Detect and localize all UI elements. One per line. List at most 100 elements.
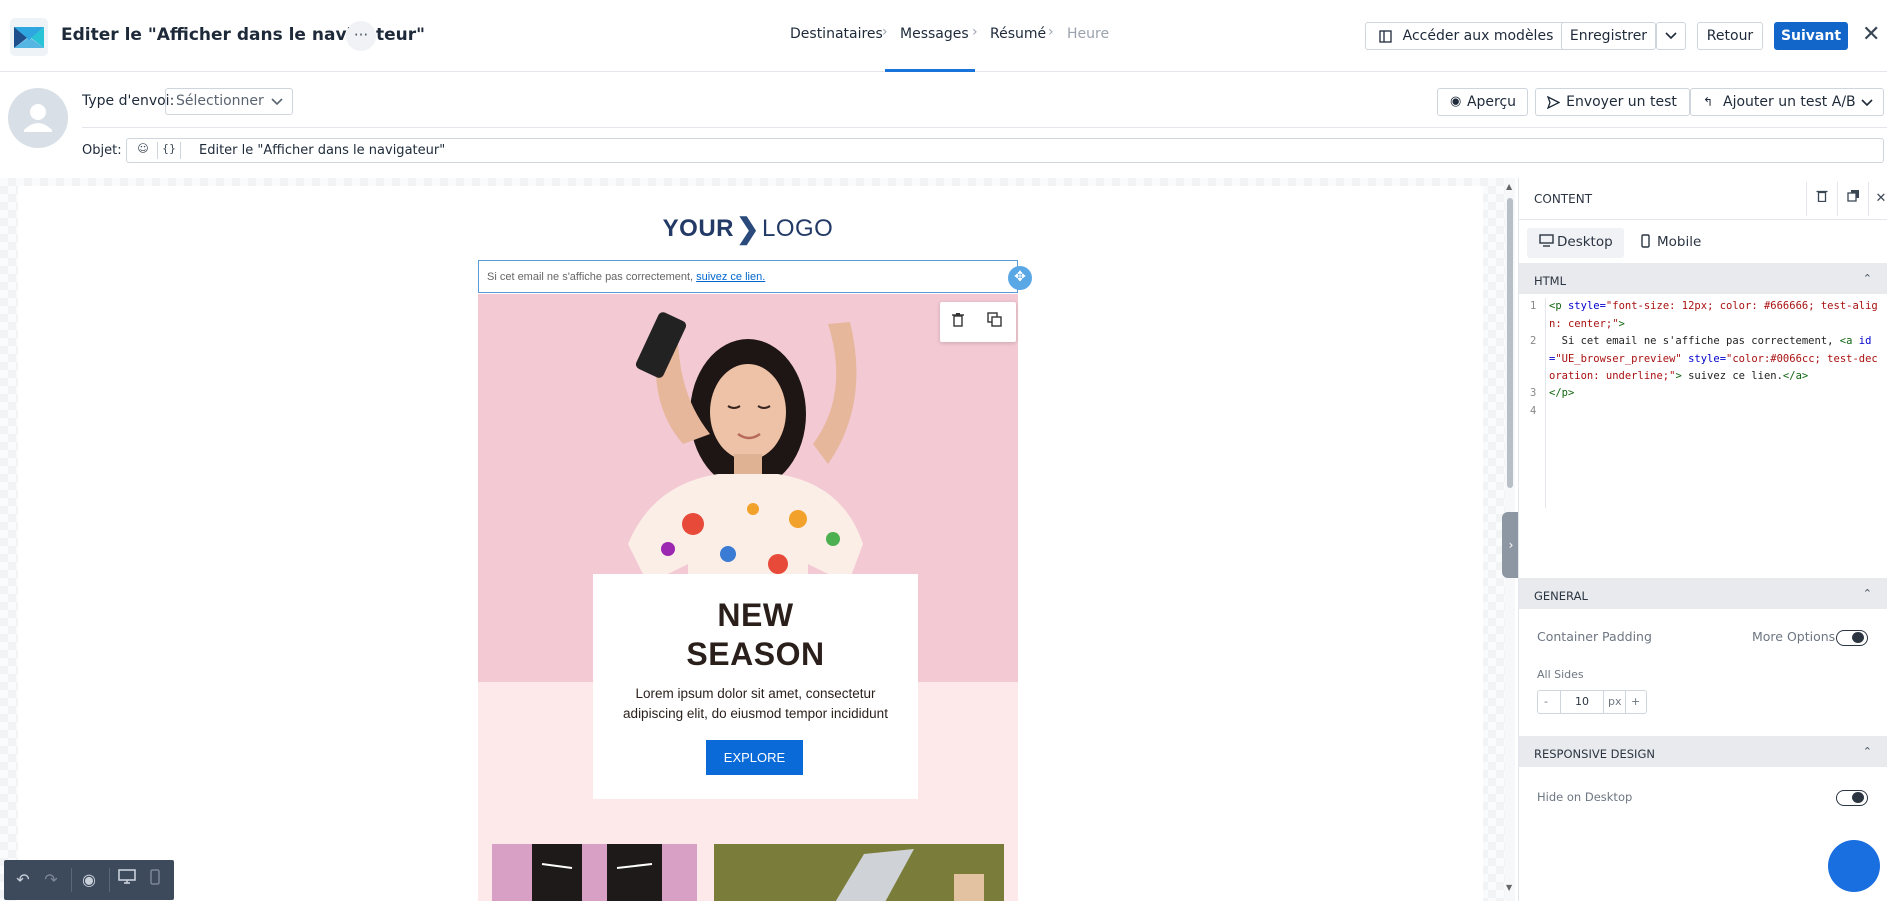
preview-eye-icon[interactable]: ◉ bbox=[78, 869, 100, 891]
preview-button[interactable]: ◉ Aperçu bbox=[1437, 88, 1528, 116]
move-handle-icon[interactable]: ✥ bbox=[1008, 266, 1032, 290]
avatar[interactable] bbox=[8, 88, 68, 148]
duplicate-block-icon[interactable] bbox=[1842, 188, 1864, 210]
save-options-button[interactable] bbox=[1656, 22, 1686, 50]
line-number: 2 bbox=[1530, 335, 1537, 347]
template-icon bbox=[1379, 30, 1392, 43]
hero-card[interactable]: NEW SEASON Lorem ipsum dolor sit amet, c… bbox=[593, 574, 918, 799]
app-logo-icon bbox=[10, 18, 48, 56]
section-html-header[interactable]: HTML ⌃ bbox=[1519, 263, 1887, 294]
send-type-select[interactable]: Sélectionner bbox=[165, 88, 293, 115]
chevron-up-icon: ⌃ bbox=[1862, 272, 1872, 285]
content-panel: CONTENT ✕ Desktop Mobile HTML ⌃ 1 2 3 4 bbox=[1518, 178, 1887, 901]
scroll-down-icon[interactable]: ▼ bbox=[1506, 883, 1512, 892]
canvas-toolbar: ↶ ↷ ◉ bbox=[4, 860, 174, 900]
subject-label: Objet: bbox=[82, 143, 122, 158]
divider bbox=[82, 127, 1887, 128]
chevron-up-icon: ⌃ bbox=[1862, 587, 1872, 600]
logo-text-your: YOUR bbox=[662, 215, 734, 242]
padding-unit: px bbox=[1608, 695, 1622, 708]
browser-preview-link[interactable]: suivez ce lien. bbox=[696, 271, 765, 283]
merge-tag-icon[interactable]: {} bbox=[157, 142, 181, 159]
undo-icon[interactable]: ↶ bbox=[12, 869, 34, 891]
chevron-down-icon bbox=[271, 98, 283, 106]
back-button[interactable]: Retour bbox=[1697, 22, 1763, 50]
send-icon bbox=[1547, 96, 1560, 109]
step-time[interactable]: Heure bbox=[1067, 26, 1109, 42]
outdoor-image bbox=[714, 844, 1004, 901]
chevron-right-icon: › bbox=[882, 24, 888, 40]
more-options-button[interactable]: ··· bbox=[346, 21, 376, 51]
email-logo[interactable]: YOUR❯LOGO bbox=[478, 210, 1018, 244]
hide-on-desktop-label: Hide on Desktop bbox=[1537, 790, 1633, 804]
tab-desktop[interactable]: Desktop bbox=[1527, 228, 1624, 258]
html-code-editor[interactable]: 1 2 3 4 <p style="font-size: 12px; color… bbox=[1519, 298, 1887, 508]
explore-button[interactable]: EXPLORE bbox=[706, 740, 803, 775]
padding-increment-button[interactable]: + bbox=[1631, 695, 1640, 708]
padding-value[interactable]: 10 bbox=[1568, 695, 1596, 708]
email-preview: YOUR❯LOGO Si cet email ne s'affiche pas … bbox=[478, 178, 1032, 901]
all-sides-label: All Sides bbox=[1537, 668, 1584, 681]
section-general-header[interactable]: GENERAL ⌃ bbox=[1519, 578, 1887, 609]
chevron-right-icon: › bbox=[1048, 24, 1054, 40]
duplicate-icon[interactable] bbox=[984, 312, 1004, 332]
ab-test-label: Ajouter un test A/B bbox=[1723, 94, 1856, 110]
code-line-1: <p style="font-size: 12px; color: #66666… bbox=[1549, 300, 1878, 330]
trash-icon[interactable] bbox=[948, 312, 968, 332]
browser-preview-text: Si cet email ne s'affiche pas correcteme… bbox=[487, 271, 697, 283]
redo-icon[interactable]: ↷ bbox=[40, 869, 62, 891]
padding-decrement-button[interactable]: - bbox=[1544, 695, 1548, 708]
tab-mobile[interactable]: Mobile bbox=[1627, 228, 1717, 258]
mobile-view-icon[interactable] bbox=[144, 869, 166, 891]
chevron-up-icon: ⌃ bbox=[1862, 745, 1872, 758]
close-icon[interactable]: ✕ bbox=[1862, 22, 1880, 47]
padding-stepper[interactable]: - 10 px + bbox=[1537, 690, 1647, 714]
ab-test-button[interactable]: ↰ Ajouter un test A/B bbox=[1690, 88, 1884, 116]
browser-preview-block[interactable]: Si cet email ne s'affiche pas correcteme… bbox=[478, 260, 1018, 293]
subject-value: Editer le "Afficher dans le navigateur" bbox=[199, 143, 446, 158]
hero-title-line-1: NEW bbox=[717, 597, 794, 633]
product-image-2[interactable] bbox=[714, 844, 1004, 901]
section-responsive-title: RESPONSIVE DESIGN bbox=[1534, 747, 1655, 761]
line-number: 4 bbox=[1530, 405, 1537, 417]
chat-support-button[interactable] bbox=[1828, 840, 1880, 892]
step-recipients[interactable]: Destinataires bbox=[790, 26, 883, 42]
desktop-view-icon[interactable] bbox=[116, 869, 138, 891]
send-test-button[interactable]: Envoyer un test bbox=[1535, 88, 1690, 116]
active-step-indicator bbox=[885, 69, 975, 72]
code-line-2: Si cet email ne s'affiche pas correcteme… bbox=[1549, 335, 1878, 382]
line-number: 1 bbox=[1530, 300, 1537, 312]
tab-desktop-label: Desktop bbox=[1557, 234, 1613, 250]
send-type-label: Type d'envoi: bbox=[82, 93, 175, 109]
hero-title-line-2: SEASON bbox=[686, 636, 825, 672]
next-button[interactable]: Suivant bbox=[1774, 22, 1848, 50]
logo-text-logo: LOGO bbox=[761, 215, 834, 242]
more-options-toggle[interactable] bbox=[1836, 630, 1868, 646]
section-responsive-header[interactable]: RESPONSIVE DESIGN ⌃ bbox=[1519, 736, 1887, 767]
save-button[interactable]: Enregistrer bbox=[1561, 22, 1656, 50]
delete-block-icon[interactable] bbox=[1811, 188, 1833, 210]
chevron-right-icon: › bbox=[972, 24, 978, 40]
code-gutter: 1 2 3 4 bbox=[1519, 298, 1546, 508]
eye-icon: ◉ bbox=[1450, 94, 1462, 109]
step-navigation: Destinataires › Messages › Résumé › Heur… bbox=[775, 0, 1120, 72]
product-image-shoes[interactable] bbox=[492, 844, 697, 901]
branch-icon: ↰ bbox=[1703, 95, 1714, 109]
emoji-icon[interactable]: ☺ bbox=[131, 142, 155, 159]
step-messages[interactable]: Messages bbox=[900, 26, 969, 42]
step-summary[interactable]: Résumé bbox=[990, 26, 1046, 42]
chevron-down-icon bbox=[1861, 99, 1873, 107]
block-toolbar bbox=[940, 302, 1016, 342]
templates-button[interactable]: Accéder aux modèles bbox=[1365, 22, 1571, 50]
top-bar: Editer le "Afficher dans le navigateur" … bbox=[0, 0, 1887, 72]
subject-input[interactable]: ☺ {} Editer le "Afficher dans le navigat… bbox=[126, 138, 1884, 163]
close-panel-icon[interactable]: ✕ bbox=[1870, 188, 1887, 210]
mobile-icon bbox=[1641, 234, 1650, 252]
hero-title: NEW SEASON bbox=[593, 596, 918, 674]
scroll-up-icon[interactable]: ▲ bbox=[1506, 182, 1512, 191]
send-type-value: Sélectionner bbox=[176, 93, 264, 109]
hide-on-desktop-toggle[interactable] bbox=[1836, 790, 1868, 806]
more-options-label: More Options bbox=[1752, 629, 1836, 644]
scrollbar-thumb[interactable] bbox=[1507, 198, 1513, 488]
container-padding-label: Container Padding bbox=[1537, 629, 1652, 644]
